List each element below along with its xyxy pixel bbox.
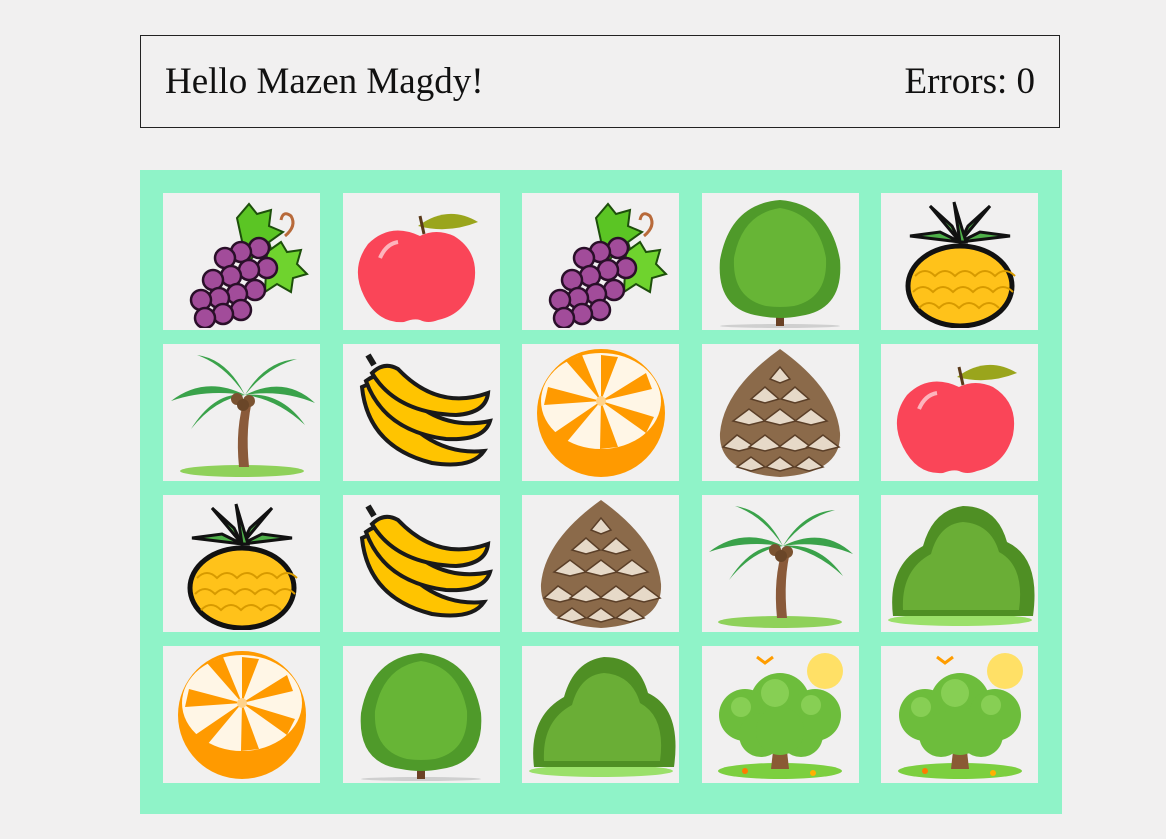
memory-card[interactable]	[881, 495, 1038, 632]
bush-icon	[526, 649, 676, 781]
memory-card[interactable]	[163, 495, 320, 632]
memory-card[interactable]	[342, 193, 500, 330]
round-tree-icon	[705, 196, 855, 328]
greeting-text: Hello Mazen Magdy!	[165, 61, 484, 102]
banana-icon	[346, 347, 496, 479]
apple-icon	[346, 196, 496, 328]
memory-card[interactable]	[342, 495, 500, 632]
banana-icon	[346, 498, 496, 630]
bush-icon	[885, 498, 1035, 630]
orange-icon	[167, 649, 317, 781]
apple-icon	[885, 347, 1035, 479]
memory-card[interactable]	[881, 344, 1038, 481]
memory-card[interactable]	[163, 344, 320, 481]
errors-counter: Errors: 0	[904, 61, 1036, 102]
header-bar: Hello Mazen Magdy! Errors: 0	[140, 35, 1060, 128]
cartoon-tree-icon	[705, 649, 855, 781]
memory-card[interactable]	[522, 344, 679, 481]
memory-card[interactable]	[701, 646, 859, 783]
palm-tree-icon	[705, 498, 855, 630]
pineapple-icon	[885, 196, 1035, 328]
memory-card[interactable]	[881, 646, 1038, 783]
cartoon-tree-icon	[885, 649, 1035, 781]
memory-card[interactable]	[163, 193, 320, 330]
memory-card[interactable]	[701, 344, 859, 481]
memory-card[interactable]	[342, 344, 500, 481]
round-tree-icon	[346, 649, 496, 781]
grapes-icon	[526, 196, 676, 328]
orange-icon	[526, 347, 676, 479]
memory-card[interactable]	[522, 646, 679, 783]
memory-card[interactable]	[522, 495, 679, 632]
palm-tree-icon	[167, 347, 317, 479]
memory-card[interactable]	[163, 646, 320, 783]
memory-game-board	[140, 170, 1062, 814]
pinecone-icon	[526, 498, 676, 630]
memory-card[interactable]	[522, 193, 679, 330]
memory-card[interactable]	[701, 193, 859, 330]
memory-card[interactable]	[342, 646, 500, 783]
memory-card[interactable]	[881, 193, 1038, 330]
memory-card[interactable]	[701, 495, 859, 632]
pineapple-icon	[167, 498, 317, 630]
pinecone-icon	[705, 347, 855, 479]
grapes-icon	[167, 196, 317, 328]
